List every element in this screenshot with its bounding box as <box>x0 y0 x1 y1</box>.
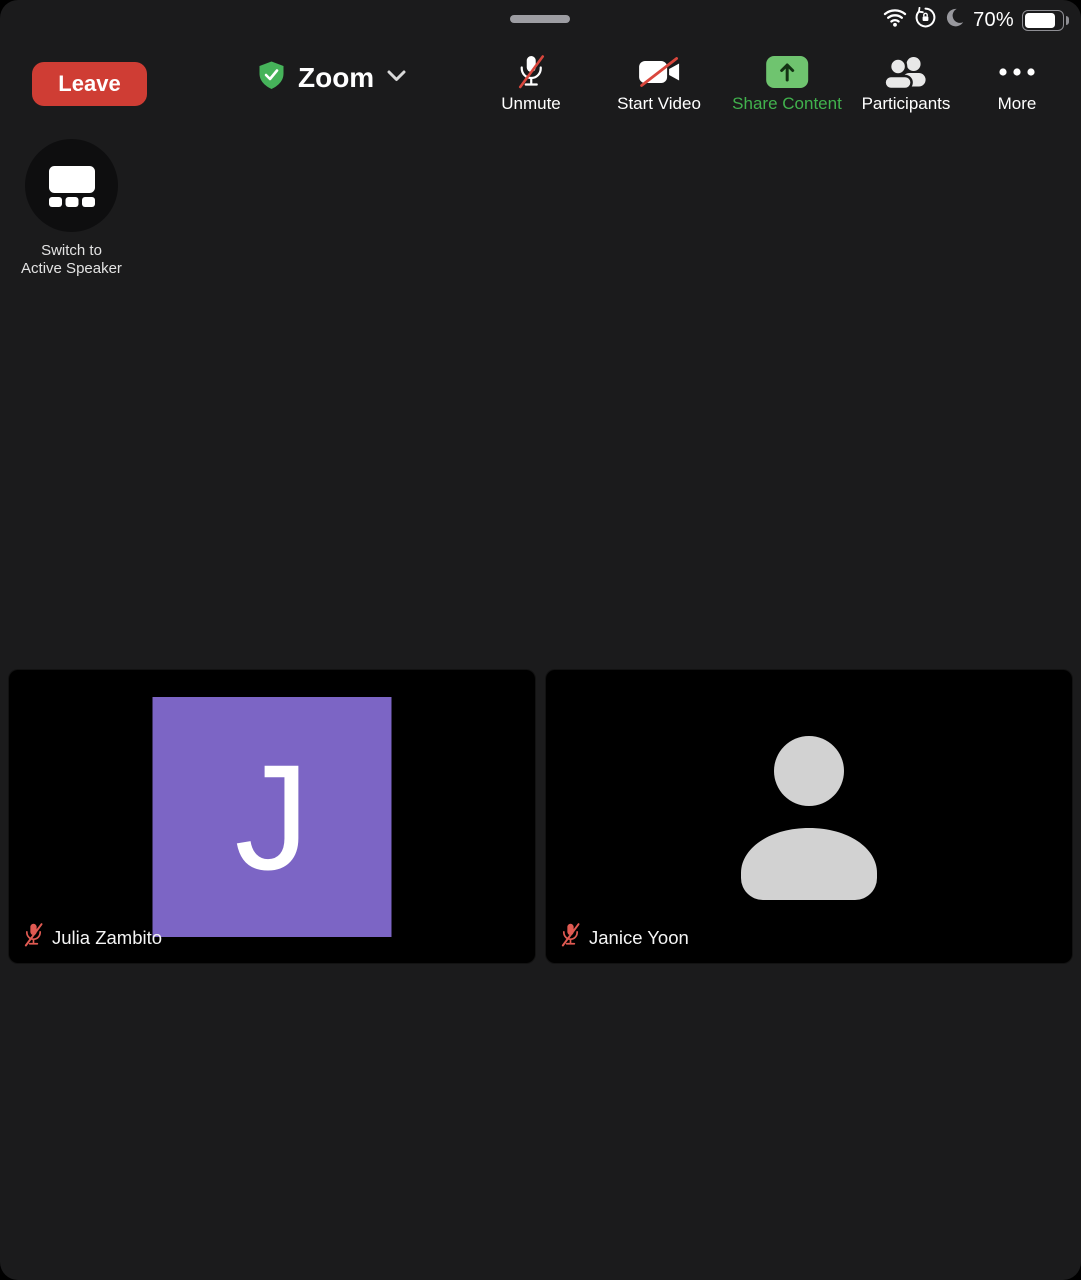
ellipsis-icon <box>997 52 1037 92</box>
orientation-lock-icon <box>915 6 936 33</box>
do-not-disturb-moon-icon <box>944 7 965 33</box>
avatar-letter-julia: J <box>152 697 392 937</box>
zoom-meeting-screen: 70% Leave Zoom Unmute Start Video Share … <box>0 0 1081 1280</box>
switch-to-active-speaker-button[interactable]: Switch to Active Speaker <box>0 139 143 277</box>
share-up-arrow-icon <box>765 52 808 92</box>
share-content-button[interactable]: Share Content <box>732 52 842 114</box>
video-tile-janice-yoon[interactable]: Janice Yoon <box>545 669 1073 964</box>
multitasking-grabber-handle[interactable] <box>510 15 570 23</box>
meeting-title-menu[interactable]: Zoom <box>258 58 406 98</box>
more-label: More <box>997 94 1037 113</box>
video-muted-icon <box>637 52 681 92</box>
muted-mic-icon <box>23 922 44 953</box>
start-video-button[interactable]: Start Video <box>617 52 701 114</box>
leave-button[interactable]: Leave <box>32 62 147 106</box>
switch-view-label: Switch to Active Speaker <box>21 242 122 277</box>
participant-name-row: Julia Zambito <box>23 922 162 953</box>
wifi-icon <box>883 8 907 32</box>
unmute-label: Unmute <box>501 94 561 113</box>
more-button[interactable]: More <box>997 52 1037 114</box>
avatar-letter: J <box>234 733 310 901</box>
share-content-label: Share Content <box>732 94 842 113</box>
participants-label: Participants <box>861 94 951 113</box>
encryption-shield-icon <box>258 61 285 95</box>
start-video-label: Start Video <box>617 94 701 113</box>
muted-mic-icon <box>560 922 581 953</box>
active-speaker-view-icon <box>25 139 118 232</box>
switch-view-label-line1: Switch to <box>41 242 102 259</box>
switch-view-label-line2: Active Speaker <box>21 259 122 277</box>
meeting-title: Zoom <box>298 62 375 93</box>
participant-name-row: Janice Yoon <box>560 922 689 953</box>
status-bar: 70% <box>883 5 1069 35</box>
participant-name: Janice Yoon <box>589 926 689 948</box>
chevron-down-icon <box>387 69 406 87</box>
video-tile-julia-zambito[interactable]: J Julia Zambito <box>8 669 536 964</box>
battery-nub <box>1066 15 1069 25</box>
battery-percent: 70% <box>973 8 1014 31</box>
participants-icon <box>883 52 928 92</box>
mic-muted-icon <box>516 52 546 92</box>
participant-name: Julia Zambito <box>52 926 163 948</box>
participants-button[interactable]: Participants <box>861 52 951 114</box>
person-silhouette-avatar <box>739 734 879 909</box>
battery-icon <box>1022 9 1064 31</box>
unmute-button[interactable]: Unmute <box>501 52 561 114</box>
